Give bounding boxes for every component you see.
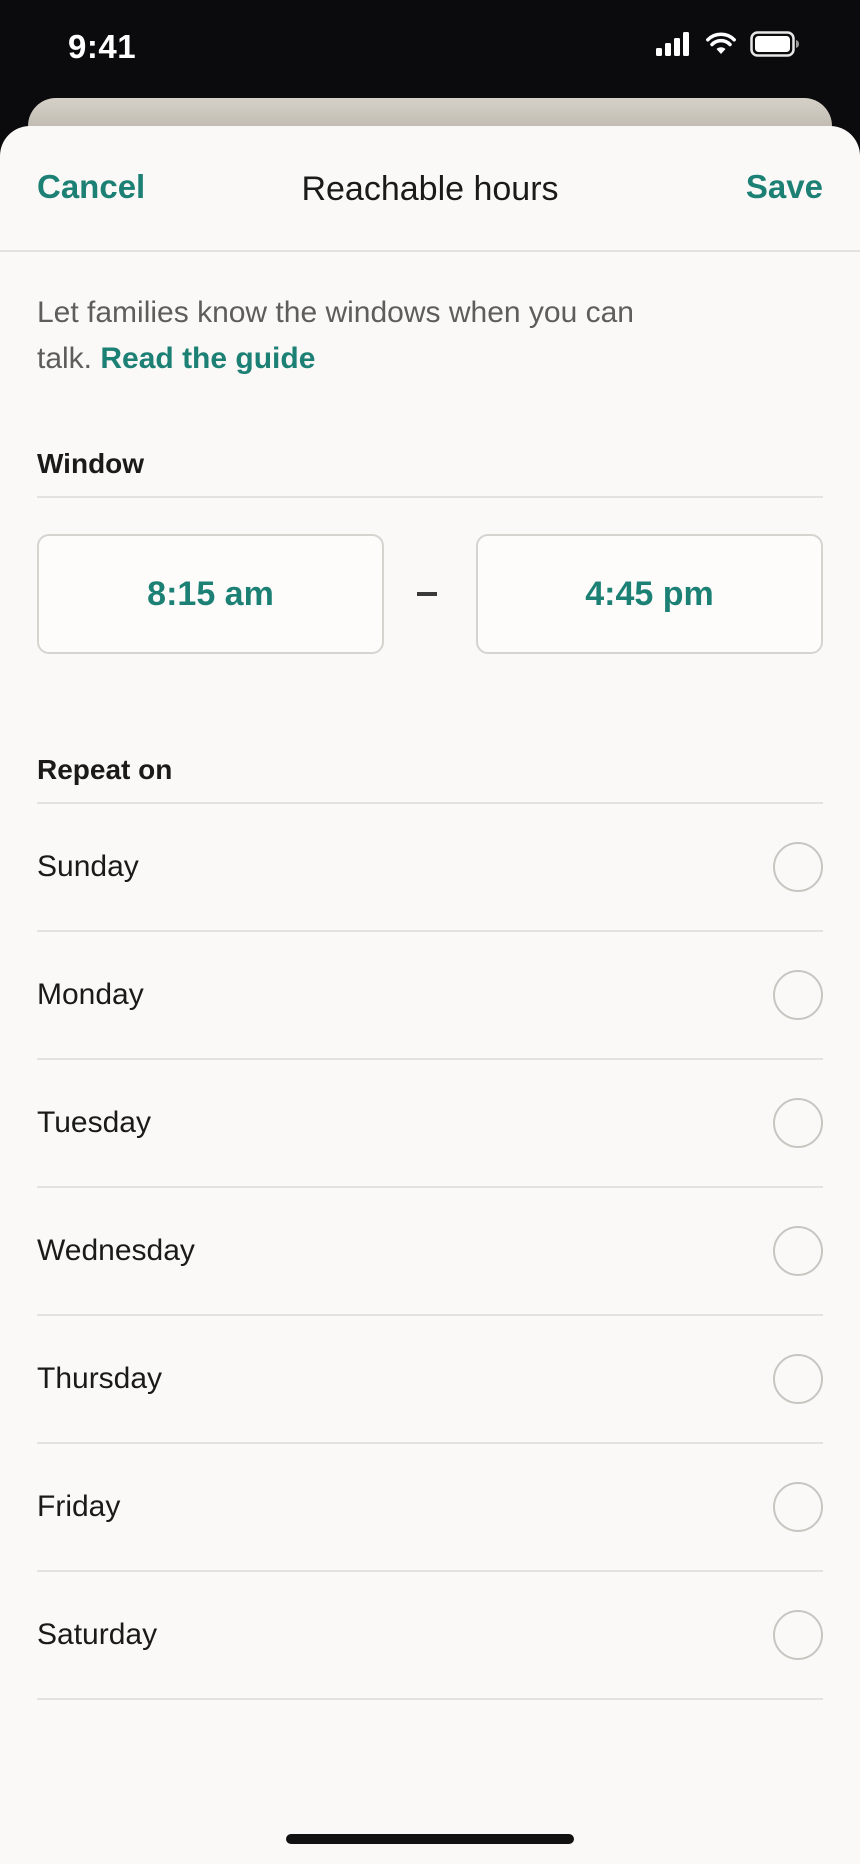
read-guide-link[interactable]: Read the guide [100, 342, 315, 375]
reachable-hours-sheet: Cancel Reachable hours Save Let families… [0, 126, 860, 1864]
status-icons [656, 30, 800, 62]
home-indicator[interactable] [286, 1834, 574, 1844]
day-checkbox[interactable] [773, 1354, 823, 1404]
day-checkbox[interactable] [773, 1610, 823, 1660]
window-divider [37, 496, 823, 498]
time-range-separator [417, 592, 437, 596]
battery-icon [750, 30, 800, 62]
day-label: Saturday [37, 1618, 158, 1651]
day-label: Friday [37, 1490, 121, 1523]
day-checkbox[interactable] [773, 1482, 823, 1532]
day-list: Sunday Monday Tuesday Wednesday Thursday… [37, 804, 823, 1700]
day-row-tuesday[interactable]: Tuesday [37, 1060, 823, 1188]
start-time-field[interactable]: 8:15 am [37, 534, 384, 654]
repeat-section-label: Repeat on [37, 754, 173, 785]
cellular-signal-icon [656, 31, 692, 61]
intro-text: Let families know the windows when you c… [37, 290, 677, 382]
page-title: Reachable hours [301, 170, 559, 208]
day-row-monday[interactable]: Monday [37, 932, 823, 1060]
day-row-thursday[interactable]: Thursday [37, 1316, 823, 1444]
window-section-label: Window [37, 448, 145, 479]
end-time-field[interactable]: 4:45 pm [476, 534, 823, 654]
nav-bar: Cancel Reachable hours Save [0, 126, 860, 252]
status-bar: 9:41 [0, 0, 860, 96]
day-checkbox[interactable] [773, 1098, 823, 1148]
day-row-sunday[interactable]: Sunday [37, 804, 823, 932]
wifi-icon [706, 32, 736, 61]
day-label: Thursday [37, 1362, 163, 1395]
day-row-wednesday[interactable]: Wednesday [37, 1188, 823, 1316]
status-time: 9:41 [68, 28, 137, 65]
day-label: Wednesday [37, 1234, 195, 1267]
save-button[interactable]: Save [746, 168, 823, 206]
day-checkbox[interactable] [773, 970, 823, 1020]
day-label: Sunday [37, 850, 139, 883]
day-label: Monday [37, 978, 144, 1011]
day-checkbox[interactable] [773, 1226, 823, 1276]
day-row-friday[interactable]: Friday [37, 1444, 823, 1572]
day-label: Tuesday [37, 1106, 151, 1139]
day-row-saturday[interactable]: Saturday [37, 1572, 823, 1700]
day-checkbox[interactable] [773, 842, 823, 892]
